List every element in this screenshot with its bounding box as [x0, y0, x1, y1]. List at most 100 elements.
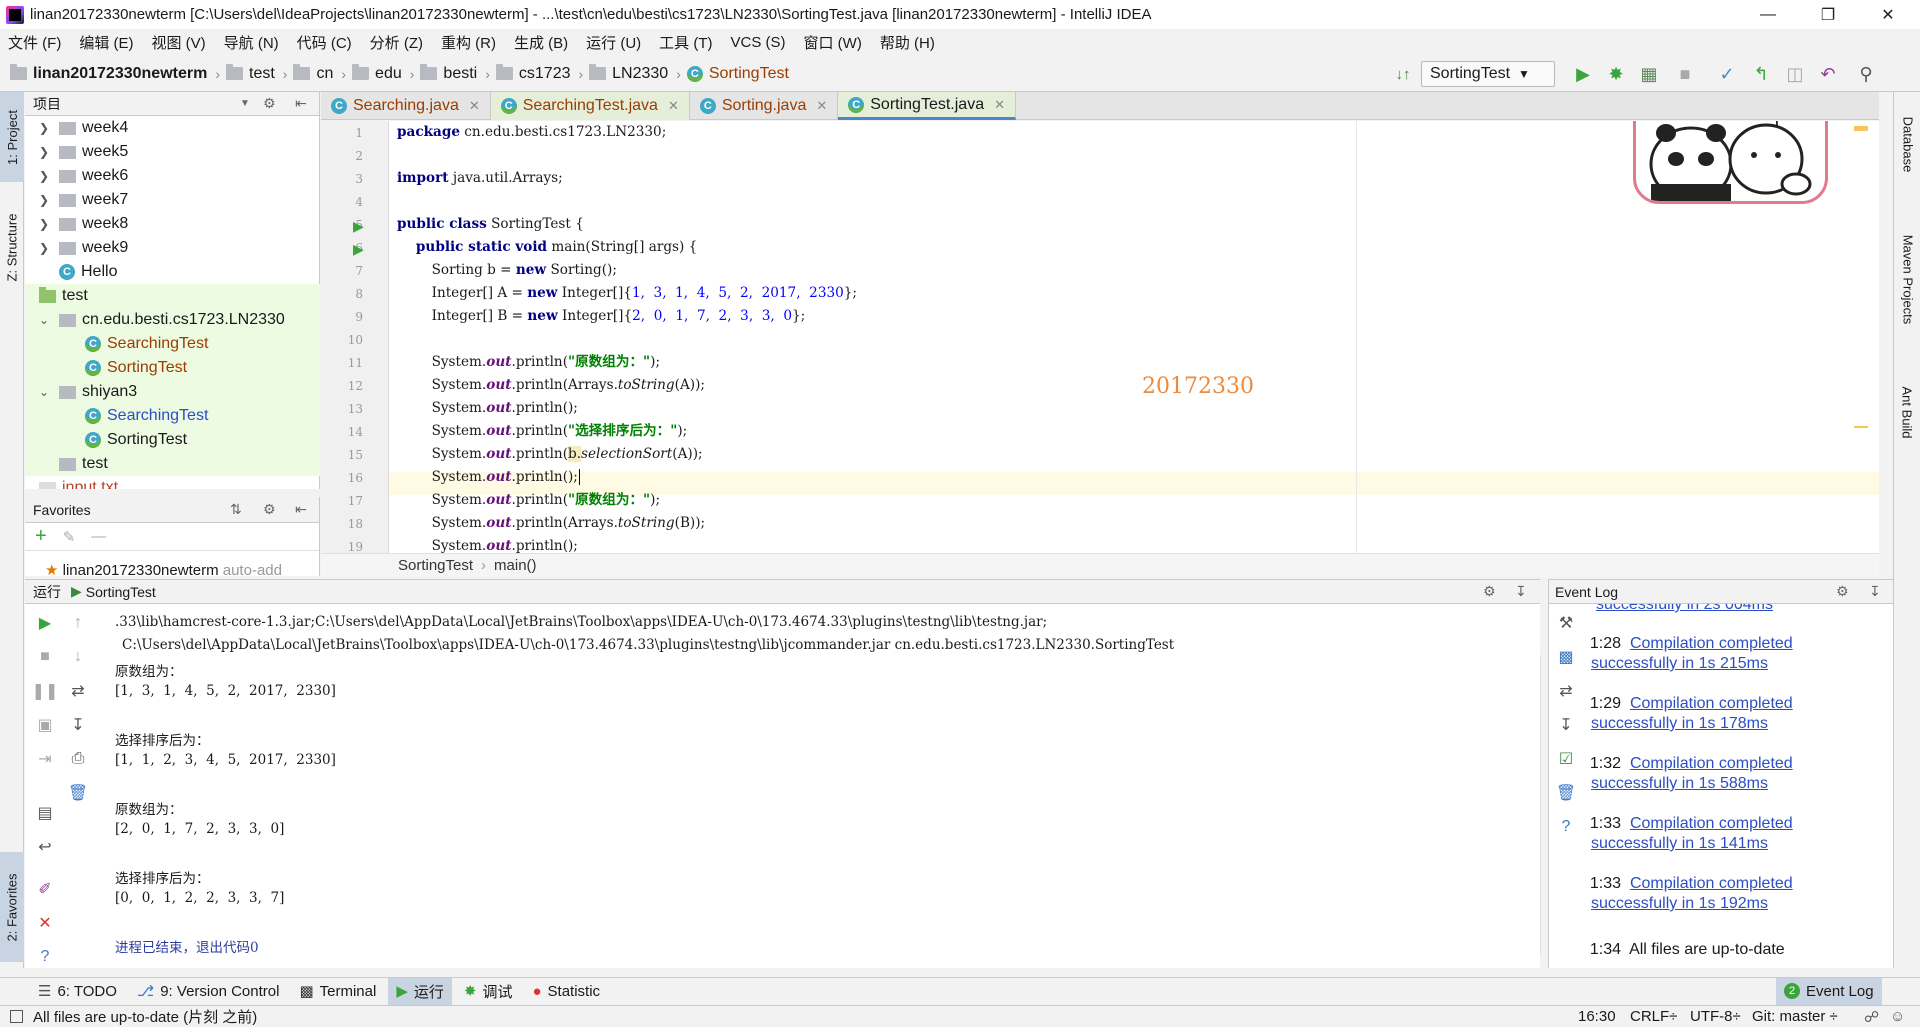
collapse-icon[interactable]: ⇅	[230, 501, 242, 518]
tree-item-test-2[interactable]: test	[59, 452, 108, 476]
crumb-ln2330[interactable]: LN2330 ›	[589, 64, 681, 83]
event-link[interactable]: Compilation completed	[1630, 875, 1793, 892]
run-icon[interactable]: ▶	[1572, 64, 1594, 84]
crumb-edu[interactable]: edu ›	[352, 64, 414, 83]
tab-debug[interactable]: ✸ 调试	[456, 978, 521, 1005]
menu-window[interactable]: 窗口 (W)	[804, 32, 862, 53]
comment-icon[interactable]: ▩	[1553, 644, 1579, 670]
debug-icon[interactable]: ✸	[1605, 64, 1627, 84]
tree-item-sortingtest[interactable]: C SortingTest	[85, 356, 187, 380]
tab-sortingtest-java[interactable]: C SortingTest.java ✕	[838, 92, 1016, 120]
login-icon[interactable]: ⇥	[32, 746, 58, 772]
tab-structure[interactable]: Z: Structure	[0, 202, 24, 292]
stop-icon[interactable]: ■	[1674, 64, 1696, 84]
tree-item-week5[interactable]: ❯ week5	[39, 140, 128, 164]
close-tab-icon[interactable]: ✕	[994, 97, 1005, 113]
soft-wrap-icon[interactable]: ⇄	[65, 678, 91, 704]
add-icon[interactable]: +	[35, 525, 47, 548]
tab-statistic[interactable]: ● Statistic	[524, 978, 608, 1005]
trash-icon[interactable]: 🗑	[65, 780, 91, 806]
close-icon[interactable]: ✕	[32, 910, 58, 936]
hide-icon[interactable]: ⇤	[295, 501, 307, 518]
trash-icon[interactable]: 🗑	[1553, 780, 1579, 806]
edit-icon[interactable]: ✎	[63, 528, 76, 546]
down-icon[interactable]: ↓	[65, 644, 91, 670]
event-link[interactable]: Compilation completed	[1630, 695, 1793, 712]
toggle-tool-windows-icon[interactable]	[10, 1010, 23, 1023]
menu-analyze[interactable]: 分析 (Z)	[370, 32, 423, 53]
vcs-update-icon[interactable]: ✓	[1716, 64, 1738, 84]
coverage-icon[interactable]: ▦	[1638, 64, 1660, 84]
soft-wrap-icon[interactable]: ⇄	[1553, 678, 1579, 704]
tab-version-control[interactable]: ⎇ 9: Version Control	[129, 978, 288, 1005]
inspector-icon[interactable]: ☺	[1890, 1008, 1905, 1025]
run-panel-config[interactable]: SortingTest	[86, 584, 156, 600]
chevron-down-icon[interactable]: ▼	[240, 98, 250, 109]
gear-icon[interactable]: ⚙	[1836, 583, 1849, 600]
menu-build[interactable]: 生成 (B)	[514, 32, 568, 53]
tree-item-test[interactable]: test	[39, 284, 88, 308]
tree-item-week4[interactable]: ❯ week4	[39, 116, 128, 140]
print-icon[interactable]: ⎙	[65, 746, 91, 772]
crumb-besti[interactable]: besti ›	[420, 64, 490, 83]
event-link[interactable]: successfully in 1s 178ms	[1591, 715, 1768, 732]
exit-icon[interactable]: ↩	[32, 834, 58, 860]
search-everywhere-icon[interactable]: ⚲	[1855, 64, 1877, 84]
close-tab-icon[interactable]: ✕	[469, 98, 480, 114]
event-link[interactable]: successfully in 2s 004ms	[1596, 604, 1773, 614]
scroll-end-icon[interactable]: ↧	[65, 712, 91, 738]
tab-run[interactable]: ▶ 运行	[388, 977, 452, 1005]
tree-item-searchingtest-2[interactable]: C SearchingTest	[85, 404, 208, 428]
layout-icon[interactable]: ▤	[32, 800, 58, 826]
event-link[interactable]: successfully in 1s 141ms	[1591, 835, 1768, 852]
crumb-cs1723[interactable]: cs1723 ›	[495, 64, 583, 83]
menu-vcs[interactable]: VCS (S)	[731, 34, 786, 51]
menu-edit[interactable]: 编辑 (E)	[79, 32, 133, 53]
tree-item-input-txt[interactable]: input.txt	[39, 476, 118, 489]
file-encoding[interactable]: UTF-8÷	[1690, 1008, 1741, 1025]
crumb-test[interactable]: test ›	[226, 64, 287, 83]
menu-view[interactable]: 视图 (V)	[152, 32, 206, 53]
hide-icon[interactable]: ↧	[1869, 583, 1881, 600]
tab-maven-projects[interactable]: Maven Projects	[1894, 217, 1920, 342]
revert-icon[interactable]: ↶	[1817, 64, 1839, 84]
run-gutter-icon[interactable]: ▶	[353, 218, 364, 235]
lock-icon[interactable]: ☍	[1864, 1008, 1879, 1026]
vcs-compare-icon[interactable]: ◫	[1784, 64, 1806, 84]
tree-item-searchingtest[interactable]: C SearchingTest	[85, 332, 208, 356]
checkbox-icon[interactable]: ☑	[1553, 746, 1579, 772]
line-separator[interactable]: CRLF÷	[1630, 1008, 1677, 1025]
tree-item-package[interactable]: ⌄ cn.edu.besti.cs1723.LN2330	[39, 308, 285, 332]
gear-icon[interactable]: ⚙	[263, 95, 276, 112]
vcs-commit-icon[interactable]: ↰	[1750, 64, 1772, 84]
event-link[interactable]: Compilation completed	[1630, 755, 1793, 772]
event-link[interactable]: successfully in 1s 192ms	[1591, 895, 1768, 912]
run-configuration-select[interactable]: SortingTest ▼	[1421, 61, 1555, 87]
event-link[interactable]: Compilation completed	[1630, 635, 1793, 652]
warning-marker[interactable]	[1854, 126, 1868, 131]
close-tab-icon[interactable]: ✕	[668, 98, 679, 114]
close-tab-icon[interactable]: ✕	[816, 98, 827, 114]
code-editor[interactable]: package cn.edu.besti.cs1723.LN2330; impo…	[389, 121, 1879, 554]
warning-marker[interactable]	[1854, 426, 1868, 428]
tab-todo[interactable]: ☰ 6: TODO	[30, 978, 125, 1005]
hide-icon[interactable]: ↧	[1515, 583, 1527, 600]
menu-refactor[interactable]: 重构 (R)	[441, 32, 496, 53]
up-icon[interactable]: ↑	[65, 610, 91, 636]
hide-icon[interactable]: ⇤	[295, 95, 307, 112]
scroll-end-icon[interactable]: ↧	[1553, 712, 1579, 738]
pause-icon[interactable]: ❚❚	[32, 678, 59, 704]
menu-tools[interactable]: 工具 (T)	[659, 32, 712, 53]
tree-item-hello[interactable]: C Hello	[59, 260, 117, 284]
wrench-icon[interactable]: ⚒	[1553, 610, 1579, 636]
tab-database[interactable]: Database	[1894, 102, 1920, 187]
event-link[interactable]: successfully in 1s 215ms	[1591, 655, 1768, 672]
caret-position[interactable]: 16:30	[1578, 1008, 1616, 1025]
menu-help[interactable]: 帮助 (H)	[880, 32, 935, 53]
menu-run[interactable]: 运行 (U)	[586, 32, 641, 53]
gear-icon[interactable]: ⚙	[1483, 583, 1496, 600]
tree-item-week9[interactable]: ❯ week9	[39, 236, 128, 260]
rerun-icon[interactable]: ▶	[32, 610, 58, 636]
tab-searching-java[interactable]: C Searching.java ✕	[321, 92, 491, 120]
help-icon[interactable]: ?	[32, 944, 58, 970]
